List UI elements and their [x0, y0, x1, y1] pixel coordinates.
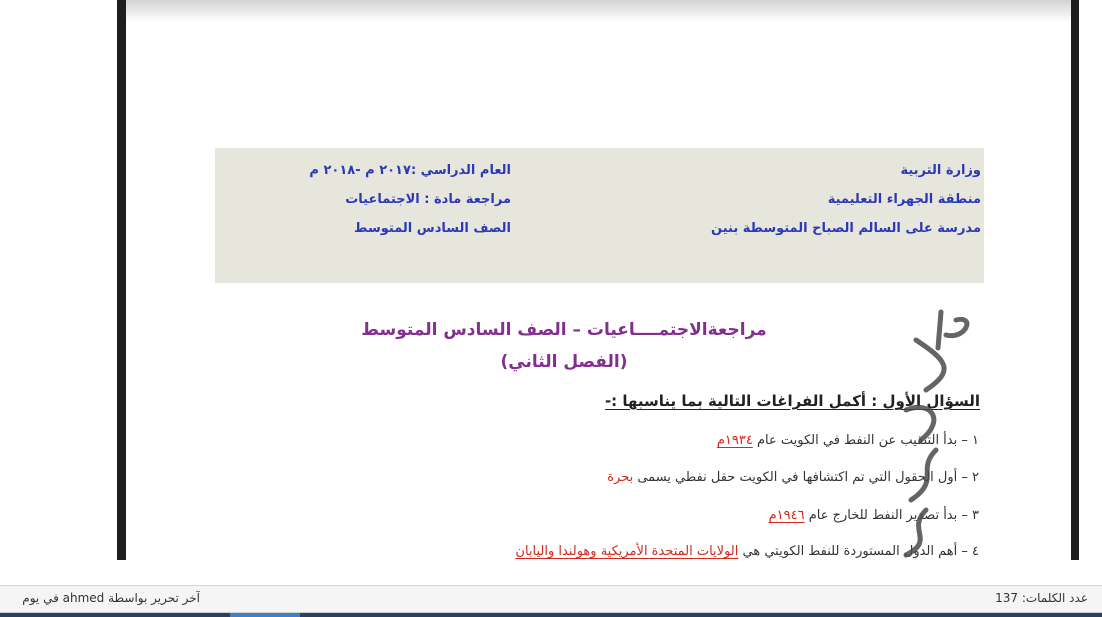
taskbar-strip	[0, 613, 1102, 617]
header-ministry: وزارة التربية	[900, 163, 981, 178]
handwritten-watermark	[903, 309, 970, 558]
document-header-box: وزارة التربية منطقة الجهراء التعليمية مد…	[215, 148, 984, 283]
document-subtitle: (الفصل الثاني)	[500, 352, 628, 372]
word-count: عدد الكلمات: 137	[995, 591, 1088, 605]
header-grade: الصف السادس المتوسط	[354, 221, 511, 236]
header-district: منطقة الجهراء التعليمية	[827, 192, 981, 207]
item-answer: ١٩٣٤م	[716, 433, 753, 448]
taskbar-active-indicator	[230, 613, 300, 617]
page-top-shadow	[126, 0, 1071, 22]
document-page[interactable]: وزارة التربية منطقة الجهراء التعليمية مد…	[126, 0, 1071, 560]
last-edit-container: آخر تحرير بواسطة ahmed في يوم	[0, 591, 200, 609]
document-title: مراجعةالاجتمــــاعيات – الصف السادس المت…	[361, 320, 767, 340]
status-bar: آخر تحرير بواسطة ahmed في يوم عدد الكلما…	[0, 585, 1102, 613]
item-answer: بحرة	[607, 470, 634, 485]
item-answer: ١٩٤٦م	[768, 508, 805, 523]
header-subject: مراجعة مادة : الاجتماعيات	[345, 192, 511, 207]
header-school: مدرسة على السالم الصباح المتوسطة بنين	[711, 221, 981, 236]
item-answer: الولايات المتحدة الأمريكية وهولندا واليا…	[515, 544, 739, 559]
last-edited-info[interactable]: آخر تحرير بواسطة ahmed في يوم	[22, 591, 200, 605]
header-academic-year: العام الدراسي :٢٠١٧ م -٢٠١٨ م	[309, 163, 511, 178]
document-viewer: وزارة التربية منطقة الجهراء التعليمية مد…	[0, 0, 1102, 585]
